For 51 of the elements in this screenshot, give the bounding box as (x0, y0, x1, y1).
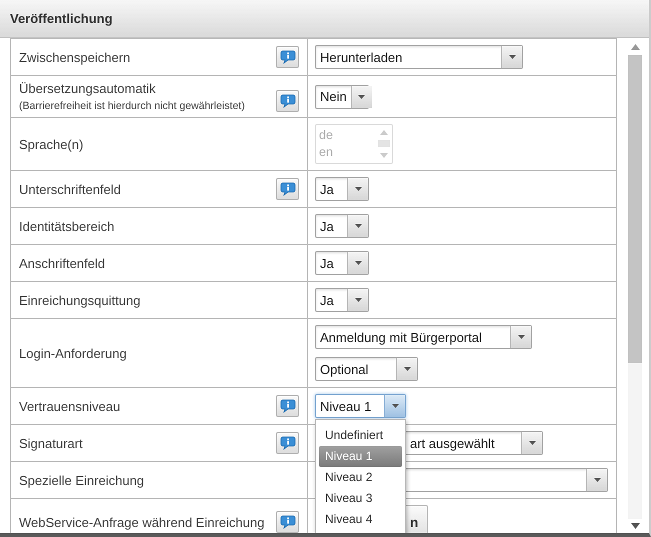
info-button[interactable] (276, 395, 299, 417)
caret-icon (594, 478, 600, 482)
field-label: Login-Anforderung (19, 346, 127, 360)
info-button[interactable] (276, 432, 299, 454)
field-note: (Barrierefreiheit ist hierdurch nicht gewährleistet) (19, 100, 245, 112)
info-icon (280, 182, 296, 196)
scrollbar-thumb[interactable] (628, 55, 642, 363)
caret-icon (528, 441, 536, 445)
field-label: Einreichungsquittung (19, 292, 140, 308)
info-button[interactable] (276, 511, 299, 533)
dropdown-option[interactable]: Niveau 2 (319, 467, 402, 488)
field-label: Sprache(n) (19, 136, 84, 152)
dropdown-option[interactable]: Niveau 4 (319, 509, 402, 530)
dropdown[interactable]: Ja (315, 214, 369, 238)
caret-icon (358, 94, 366, 98)
dropdown[interactable]: Ja (315, 177, 369, 201)
caret-icon (354, 224, 362, 228)
field-label: Signaturart (19, 436, 83, 450)
dropdown-option[interactable]: Niveau 3 (319, 488, 402, 509)
scroll-down-icon (630, 523, 640, 529)
info-button[interactable] (276, 46, 299, 68)
info-icon (280, 515, 296, 529)
caret-icon (354, 187, 362, 191)
dropdown[interactable]: Optional (315, 357, 418, 381)
field-label: Vertrauensniveau (19, 398, 120, 414)
dialog-title: Veröffentlichung (10, 11, 113, 26)
caret-icon (518, 335, 524, 339)
info-icon (280, 436, 296, 450)
dropdown[interactable]: Ja (315, 251, 369, 275)
dropdown[interactable]: Ja (315, 288, 369, 312)
caret-icon (354, 261, 362, 265)
dropdown[interactable]: Herunterladen (315, 45, 523, 69)
field-label: WebService-Anfrage während Einreichung (19, 514, 264, 530)
field-label: Anschriftenfeld (19, 256, 105, 270)
field-label: Identitätsbereich (19, 218, 114, 234)
info-icon (280, 94, 296, 108)
field-label: Zwischenspeichern (19, 50, 130, 64)
field-label: Unterschriftenfeld (19, 182, 121, 196)
field-label: Übersetzungsautomatik (19, 81, 157, 96)
caret-icon (508, 55, 516, 59)
field-label: Spezielle Einreichung (19, 472, 144, 488)
dropdown[interactable]: Anmeldung mit Bürgerportal (315, 325, 532, 349)
info-button[interactable] (276, 90, 299, 112)
caret-icon (404, 367, 410, 371)
dropdown[interactable]: Nein (315, 84, 369, 108)
info-button[interactable] (276, 178, 299, 200)
scroll-up-icon (630, 44, 640, 50)
info-icon (280, 399, 296, 413)
caret-icon (392, 404, 398, 408)
caret-icon (354, 298, 362, 302)
info-icon (280, 50, 296, 64)
